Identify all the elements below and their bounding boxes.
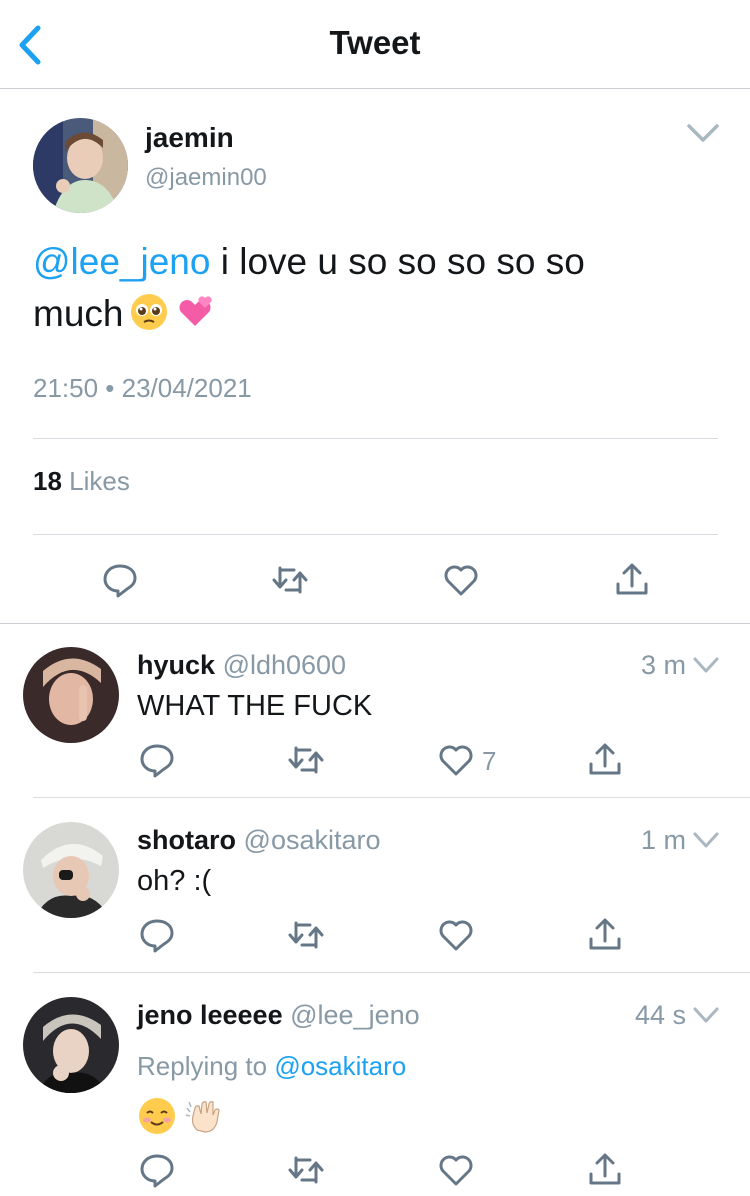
avatar[interactable] (23, 997, 119, 1093)
replying-to-mention[interactable]: @osakitaro (274, 1051, 406, 1081)
reply-author-name[interactable]: hyuck (137, 650, 215, 680)
chevron-down-icon[interactable] (692, 831, 720, 851)
reply-time: 1 m (640, 825, 686, 855)
replying-to: Replying to @osakitaro (137, 1051, 406, 1082)
reply-text: oh? :( (137, 865, 212, 897)
tweet-text-line1: i love u so so so so so (210, 241, 585, 282)
likes-count: 18 (33, 466, 62, 496)
likes-label: Likes (69, 466, 130, 496)
reply-author-name[interactable]: shotaro (137, 825, 236, 855)
chevron-down-icon[interactable] (692, 656, 720, 676)
reply-header: hyuck @ldh0600 (137, 650, 346, 681)
reply-header: shotaro @osakitaro (137, 825, 381, 856)
like-heart-icon[interactable] (436, 740, 476, 780)
two-hearts-icon (175, 292, 215, 332)
divider (33, 797, 750, 798)
like-count: 7 (482, 746, 497, 776)
divider (33, 972, 750, 973)
retweet-icon[interactable] (286, 1150, 326, 1190)
author-name[interactable]: jaemin (145, 122, 234, 154)
avatar[interactable] (23, 647, 119, 743)
chevron-down-icon[interactable] (686, 122, 720, 146)
smiling-face-icon (137, 1096, 177, 1136)
reply-icon[interactable] (137, 915, 177, 955)
pleading-face-icon (129, 292, 169, 332)
reply-icon[interactable] (137, 740, 177, 780)
reply-icon[interactable] (137, 1150, 177, 1190)
retweet-icon[interactable] (286, 915, 326, 955)
likes-summary[interactable]: 18 Likes (33, 466, 130, 497)
retweet-icon[interactable] (286, 740, 326, 780)
reply-author-name[interactable]: jeno leeeee (137, 1000, 283, 1030)
mention-link[interactable]: @lee_jeno (33, 241, 210, 282)
waving-hand-icon (183, 1096, 223, 1136)
reply-time: 3 m (640, 650, 686, 680)
section-divider (0, 623, 750, 624)
tweet-timestamp: 21:50 • 23/04/2021 (33, 373, 252, 403)
chevron-down-icon[interactable] (692, 1006, 720, 1026)
share-icon[interactable] (585, 1150, 625, 1190)
avatar[interactable] (33, 118, 128, 213)
author-handle[interactable]: @jaemin00 (145, 164, 267, 192)
share-icon[interactable] (612, 560, 652, 600)
divider (33, 534, 718, 535)
divider (33, 438, 718, 439)
tweet-text: @lee_jeno i love u so so so so so much (33, 236, 723, 340)
reply-text: WHAT THE FUCK (137, 690, 373, 722)
share-icon[interactable] (585, 740, 625, 780)
reply-author-handle[interactable]: @osakitaro (244, 825, 381, 855)
like-heart-icon[interactable] (436, 915, 476, 955)
page-title: Tweet (329, 24, 421, 61)
avatar[interactable] (23, 822, 119, 918)
reply-author-handle[interactable]: @lee_jeno (290, 1000, 420, 1030)
like-heart-icon[interactable] (441, 560, 481, 600)
like-heart-icon[interactable] (436, 1150, 476, 1190)
tweet-text-line2: much (33, 293, 124, 334)
replying-to-label: Replying to (137, 1051, 268, 1081)
share-icon[interactable] (585, 915, 625, 955)
reply-time: 44 s (634, 1000, 686, 1030)
retweet-icon[interactable] (270, 560, 310, 600)
reply-emojis (137, 1096, 237, 1138)
reply-author-handle[interactable]: @ldh0600 (223, 650, 347, 680)
reply-header: jeno leeeee @lee_jeno (137, 1000, 420, 1031)
reply-icon[interactable] (100, 560, 140, 600)
